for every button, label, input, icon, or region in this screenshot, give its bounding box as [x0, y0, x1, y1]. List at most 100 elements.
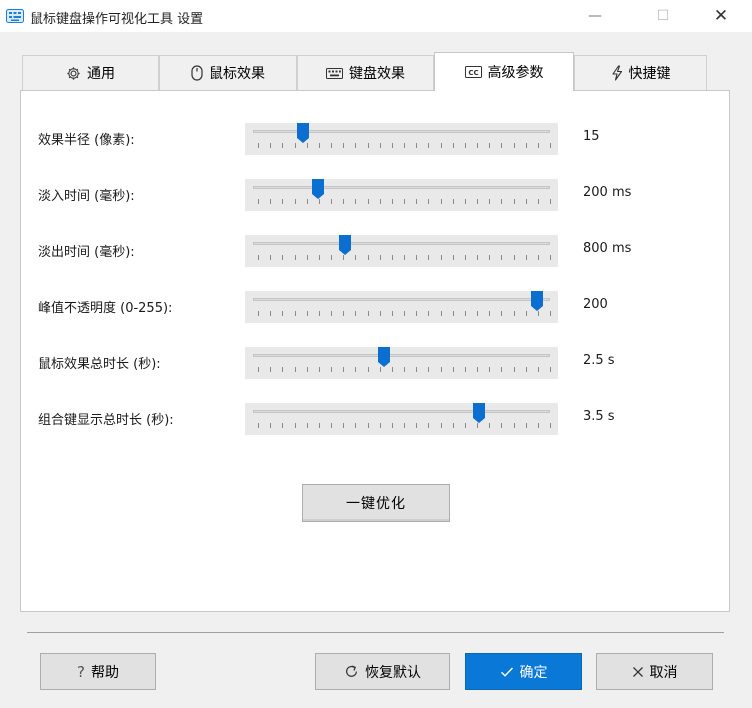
tab-advanced-params[interactable]: CC 高级参数: [434, 52, 574, 91]
window-title: 鼠标键盘操作可视化工具 设置: [30, 12, 204, 27]
slider-tick: [258, 255, 259, 260]
slider-tick: [501, 423, 503, 428]
slider-tick: [282, 367, 284, 372]
question-icon: ?: [77, 662, 85, 681]
slider-ticks: [258, 255, 551, 260]
cc-icon: CC: [464, 66, 482, 78]
svg-text:CC: CC: [468, 69, 478, 77]
slider-tick: [501, 199, 503, 204]
param-slider[interactable]: [245, 291, 558, 323]
param-slider[interactable]: [245, 235, 558, 267]
slider-tick: [258, 143, 259, 148]
tab-keyboard-effects[interactable]: 键盘效果: [297, 55, 434, 90]
slider-tick: [525, 311, 527, 316]
slider-tick: [452, 199, 454, 204]
slider-tick: [525, 143, 527, 148]
slider-track: [253, 298, 550, 301]
slider-tick: [489, 423, 491, 428]
slider-tick: [513, 255, 515, 260]
slider-tick: [355, 311, 357, 316]
slider-tick: [452, 143, 454, 148]
param-slider[interactable]: [245, 403, 558, 435]
slider-tick: [331, 143, 332, 148]
slider-tick: [464, 199, 466, 204]
slider-tick: [477, 255, 478, 260]
slider-tick: [318, 423, 320, 428]
tab-general[interactable]: 通用: [22, 55, 159, 90]
slider-tick: [331, 199, 332, 204]
slider-tick: [550, 143, 551, 148]
slider-tick: [379, 143, 381, 148]
close-window-button[interactable]: ✕: [698, 0, 744, 32]
slider-tick: [367, 423, 369, 428]
slider-tick: [318, 367, 320, 372]
param-value: 15: [583, 129, 600, 144]
slider-tick: [294, 367, 296, 372]
slider-tick: [318, 199, 320, 204]
param-label: 峰值不透明度 (0-255):: [38, 301, 173, 316]
slider-tick: [306, 311, 308, 316]
slider-tick: [282, 311, 284, 316]
param-slider[interactable]: [245, 123, 558, 155]
slider-tick: [501, 311, 503, 316]
slider-tick: [537, 311, 539, 316]
tab-shortcuts[interactable]: 快捷键: [574, 55, 707, 90]
slider-thumb[interactable]: [531, 291, 543, 311]
slider-tick: [501, 367, 503, 372]
slider-tick: [258, 311, 259, 316]
slider-tick: [343, 423, 345, 428]
slider-thumb[interactable]: [312, 179, 325, 199]
param-slider[interactable]: [245, 179, 558, 211]
slider-tick: [537, 423, 539, 428]
slider-tick: [525, 423, 527, 428]
ok-button[interactable]: 确定: [465, 653, 582, 690]
maximize-button[interactable]: ☐: [640, 0, 686, 32]
slider-tick: [464, 367, 466, 372]
slider-thumb[interactable]: [339, 235, 352, 255]
slider-thumb[interactable]: [473, 403, 486, 423]
slider-tick: [367, 199, 369, 204]
slider-tick: [379, 367, 381, 372]
slider-tick: [404, 143, 405, 148]
slider-tick: [318, 311, 320, 316]
slider-tick: [464, 311, 466, 316]
slider-tick: [343, 143, 345, 148]
help-button[interactable]: ? 帮助: [40, 653, 156, 690]
slider-tick: [343, 255, 345, 260]
slider-tick: [550, 367, 551, 372]
one-click-optimize-button[interactable]: 一键优化: [302, 484, 450, 522]
slider-tick: [379, 423, 381, 428]
slider-tick: [391, 311, 393, 316]
slider-tick: [367, 255, 369, 260]
slider-tick: [343, 311, 345, 316]
slider-tick: [404, 423, 405, 428]
restore-defaults-button[interactable]: 恢复默认: [315, 653, 450, 690]
slider-tick: [391, 143, 393, 148]
tab-mouse-effects[interactable]: 鼠标效果: [159, 55, 297, 90]
param-value: 200: [583, 297, 608, 312]
slider-tick: [440, 311, 442, 316]
slider-tick: [416, 423, 418, 428]
slider-track: [253, 410, 550, 413]
slider-tick: [404, 367, 405, 372]
param-value: 200 ms: [583, 185, 632, 200]
slider-thumb[interactable]: [377, 347, 390, 367]
tab-label: 鼠标效果: [209, 66, 265, 82]
slider-tick: [525, 367, 527, 372]
refresh-icon: [344, 664, 359, 679]
param-slider[interactable]: [245, 347, 558, 379]
slider-thumb[interactable]: [297, 123, 309, 143]
slider-tick: [477, 143, 478, 148]
ok-button-label: 确定: [519, 664, 548, 681]
slider-tick: [355, 367, 357, 372]
param-value: 3.5 s: [583, 409, 615, 424]
slider-tick: [416, 255, 418, 260]
cancel-button[interactable]: 取消: [596, 653, 713, 690]
slider-tick: [537, 199, 539, 204]
slider-tick: [537, 255, 539, 260]
tab-label: 高级参数: [487, 65, 544, 81]
slider-tick: [379, 311, 381, 316]
slider-tick: [550, 423, 551, 428]
minimize-button[interactable]: —: [572, 0, 618, 32]
slider-tick: [416, 311, 418, 316]
